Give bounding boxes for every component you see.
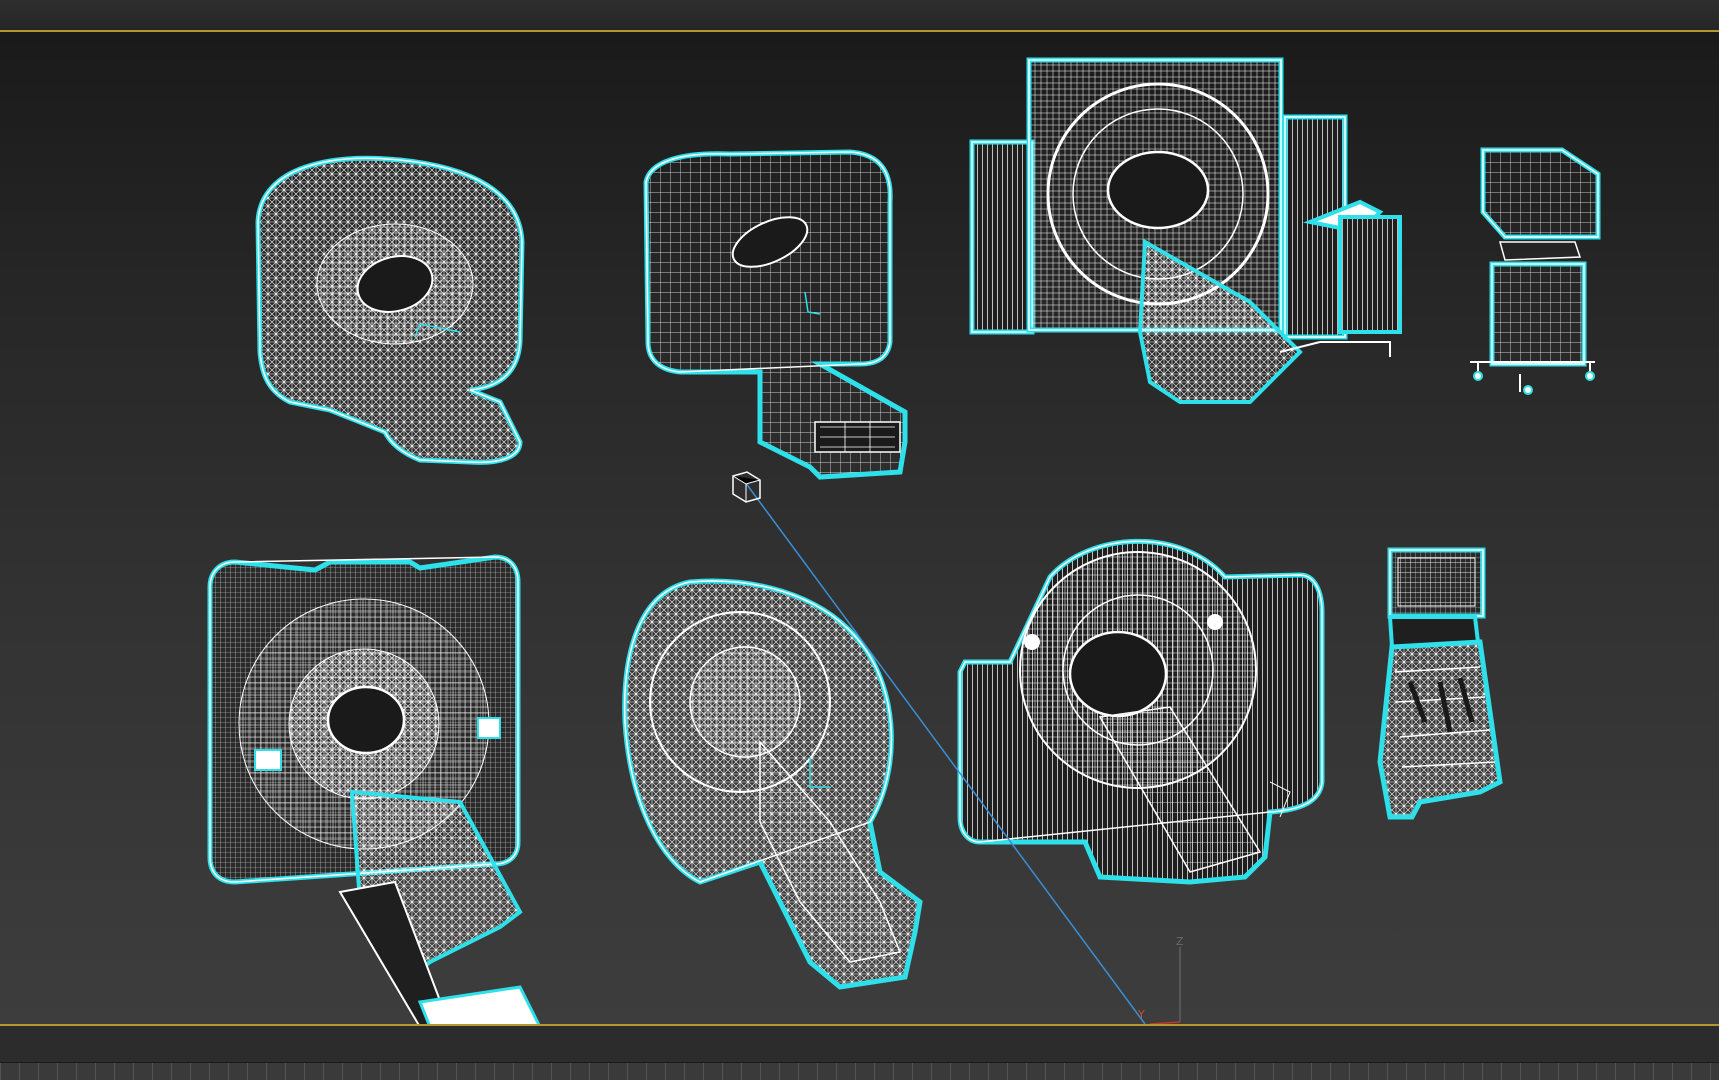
timeline-track-ruler[interactable] xyxy=(0,1062,1719,1080)
y-axis-label: Y xyxy=(1137,1008,1145,1021)
viewport-header-strip xyxy=(0,0,1719,30)
ct-scanner-open-model[interactable] xyxy=(622,578,923,990)
z-axis-label: Z xyxy=(1176,935,1184,948)
ct-scanner-large-model[interactable] xyxy=(957,538,1325,885)
axis-tripod: Z Y xyxy=(1137,935,1184,1024)
time-slider-bar[interactable] xyxy=(0,1026,1719,1080)
ct-scanner-compact-model[interactable] xyxy=(643,149,908,480)
equipment-cart-model[interactable] xyxy=(1470,147,1601,395)
angiography-system-model[interactable] xyxy=(969,57,1402,404)
perspective-viewport[interactable]: Z Y xyxy=(0,30,1719,1026)
scene-canvas[interactable]: Z Y xyxy=(0,32,1719,1026)
control-console-model[interactable] xyxy=(1377,547,1503,820)
mri-scanner-rounded-model[interactable] xyxy=(255,155,525,465)
max-application: Z Y xyxy=(0,0,1719,1080)
mri-scanner-square-model[interactable] xyxy=(207,554,541,1026)
